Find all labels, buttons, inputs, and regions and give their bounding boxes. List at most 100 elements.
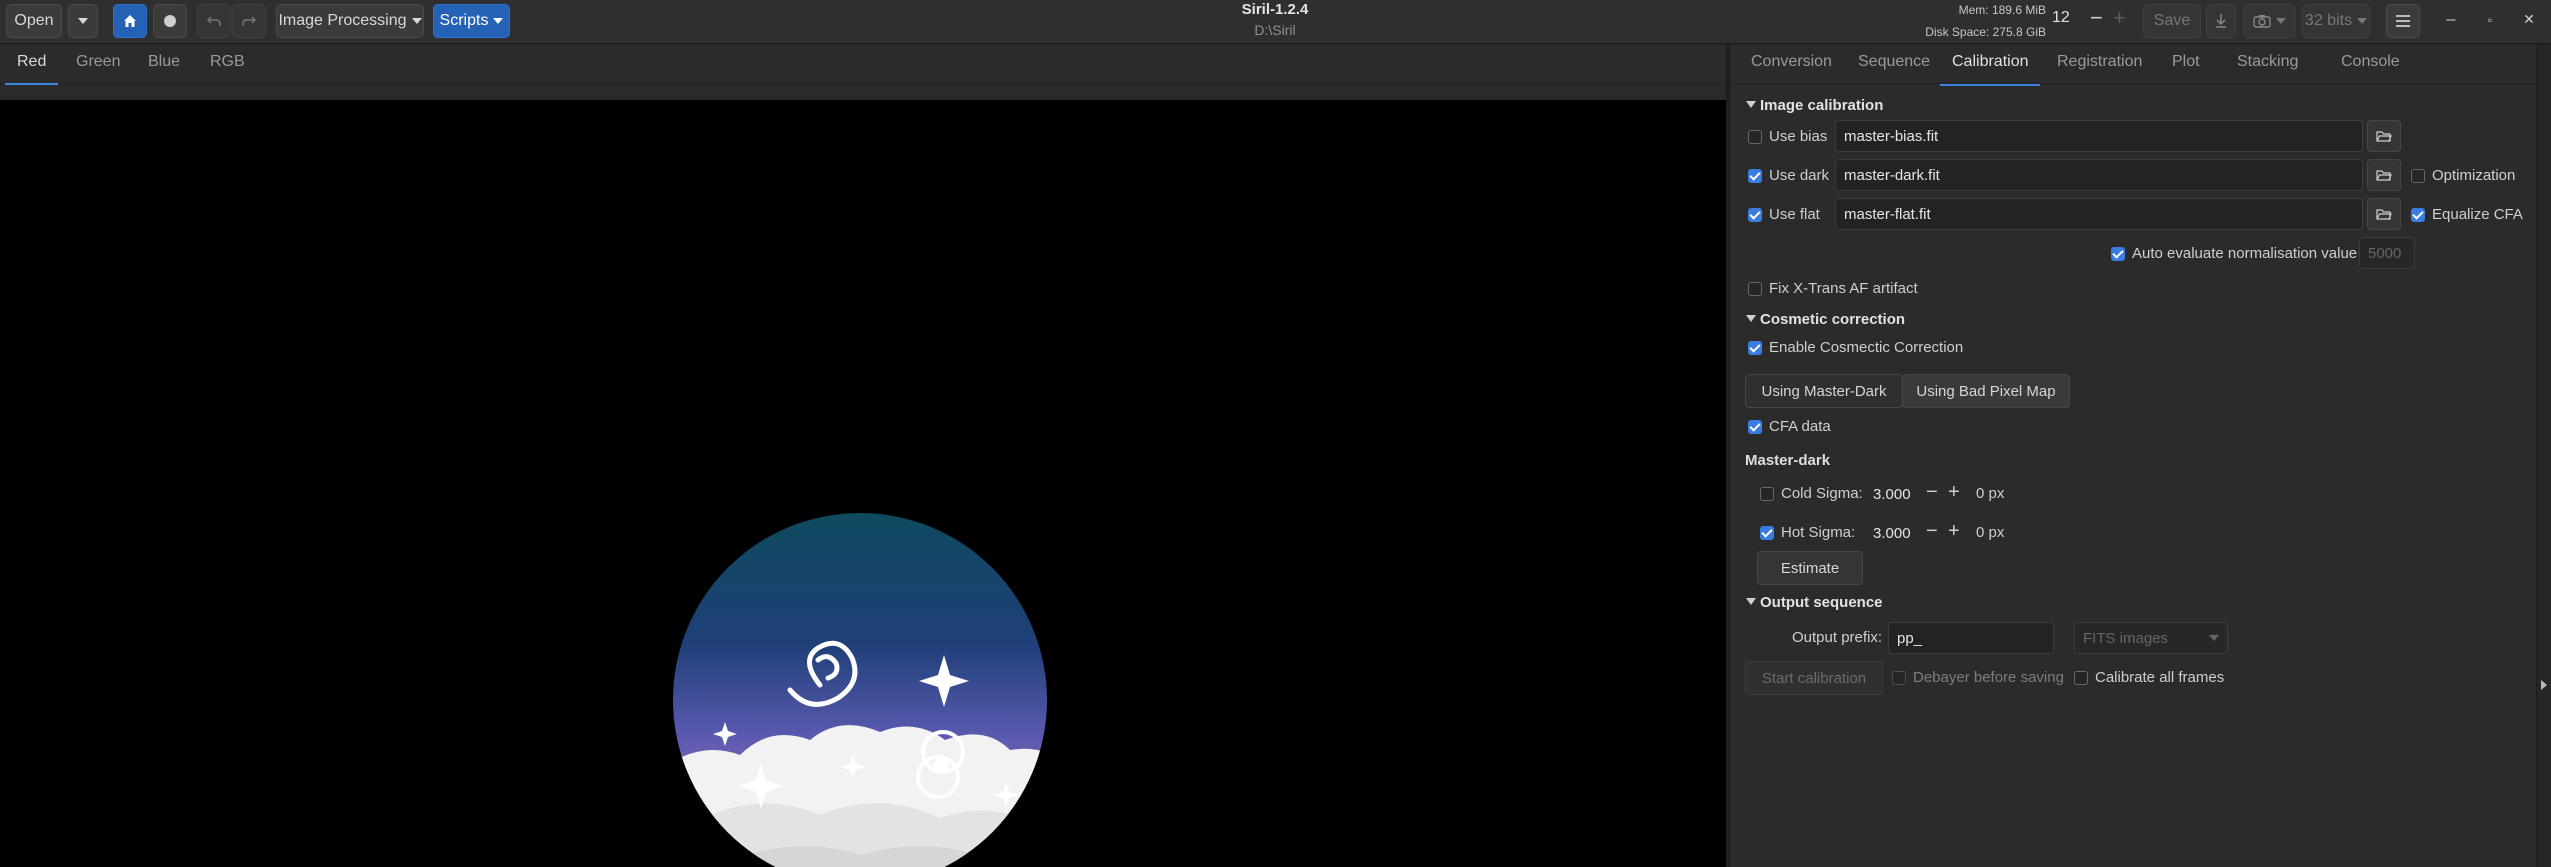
hot-sigma-decrement[interactable]: − (1926, 521, 1938, 541)
tab-registration[interactable]: Registration (2057, 53, 2142, 71)
image-canvas[interactable] (0, 100, 1726, 867)
maximize-button[interactable]: ▫ (2480, 13, 2500, 33)
output-prefix-input[interactable]: pp_ (1888, 622, 2054, 654)
close-button[interactable]: ✕ (2519, 11, 2539, 31)
chevron-down-icon (411, 18, 422, 24)
master-dark-title: Master-dark (1745, 452, 1831, 469)
enable-cosmetic-checkbox[interactable]: Enable Cosmectic Correction (1748, 339, 1963, 356)
tab-calibration[interactable]: Calibration (1939, 53, 2042, 86)
ruler-strip (0, 85, 1726, 100)
cold-sigma-decrement[interactable]: − (1926, 482, 1938, 502)
tab-rgb[interactable]: RGB (210, 53, 245, 71)
undo-icon (206, 16, 221, 26)
cosmetic-correction-header[interactable]: Cosmetic correction (1746, 311, 1905, 328)
folder-open-icon (2376, 169, 2392, 181)
tab-plot[interactable]: Plot (2172, 53, 2200, 71)
memory-usage: Mem: 189.6 MiB (1958, 3, 2046, 17)
chevron-down-icon (493, 18, 504, 24)
tab-red[interactable]: Red (4, 53, 59, 86)
tab-console[interactable]: Console (2341, 53, 2400, 71)
dark-browse-button[interactable] (2367, 159, 2401, 191)
hot-sigma-checkbox[interactable]: Hot Sigma: (1760, 524, 1855, 541)
dark-file-input[interactable]: master-dark.fit (1835, 159, 2363, 191)
section-title: Output sequence (1760, 594, 1883, 611)
image-processing-label: Image Processing (278, 12, 407, 29)
cold-sigma-increment[interactable]: + (1948, 482, 1960, 502)
checkbox-label: CFA data (1769, 418, 1831, 435)
hot-px-count: 0 px (1976, 524, 2005, 541)
bias-file-input[interactable]: master-bias.fit (1835, 120, 2363, 152)
cold-sigma-input[interactable]: 3.000 (1864, 478, 1924, 510)
equalize-cfa-checkbox[interactable]: Equalize CFA (2411, 206, 2523, 223)
expander-icon (1746, 315, 1756, 322)
livestack-button[interactable] (153, 4, 187, 38)
hamburger-menu-button[interactable] (2386, 4, 2420, 38)
folder-open-icon (2376, 130, 2392, 142)
normalisation-value-input[interactable]: 5000 (2359, 237, 2415, 269)
checkbox-label: Fix X-Trans AF artifact (1769, 280, 1918, 297)
scripts-menu[interactable]: Scripts (433, 4, 510, 38)
use-bias-checkbox[interactable]: Use bias (1748, 128, 1827, 145)
save-as-button[interactable] (2206, 4, 2236, 38)
tabs-divider (1730, 83, 2536, 84)
minimize-button[interactable]: – (2441, 11, 2461, 31)
snapshot-button[interactable] (2243, 4, 2295, 38)
flat-browse-button[interactable] (2367, 198, 2401, 230)
thread-count[interactable]: 12 (2052, 9, 2070, 27)
bias-browse-button[interactable] (2367, 120, 2401, 152)
save-button[interactable]: Save (2143, 4, 2201, 38)
optimization-checkbox[interactable]: Optimization (2411, 167, 2515, 184)
working-directory: D:\Siril (1254, 22, 1296, 38)
chevron-down-icon (2275, 18, 2286, 24)
cold-sigma-checkbox[interactable]: Cold Sigma: (1760, 485, 1863, 502)
redo-button[interactable] (232, 4, 266, 38)
tab-stacking[interactable]: Stacking (2237, 53, 2298, 71)
chevron-down-icon (78, 18, 88, 24)
checkbox-label: Enable Cosmectic Correction (1769, 339, 1964, 356)
header-bar: Open Image Processing Scripts Siril-1.2.… (0, 0, 2551, 44)
start-calibration-button[interactable]: Start calibration (1745, 661, 1883, 695)
undo-button[interactable] (197, 4, 231, 38)
fix-xtrans-checkbox[interactable]: Fix X-Trans AF artifact (1748, 280, 1918, 297)
channel-tabs: Red Green Blue RGB (0, 44, 1726, 86)
recent-dropdown-button[interactable] (68, 4, 98, 38)
mode-label: Using Master-Dark (1761, 382, 1887, 400)
bit-depth-menu[interactable]: 32 bits (2302, 4, 2370, 38)
thread-increment-button[interactable]: + (2113, 5, 2126, 31)
hot-sigma-input[interactable]: 3.000 (1864, 517, 1924, 549)
output-sequence-header[interactable]: Output sequence (1746, 594, 1883, 611)
checkbox-label: Use dark (1769, 167, 1830, 184)
checkbox-label: Use bias (1769, 128, 1828, 145)
format-label: FITS images (2083, 629, 2169, 647)
mode-master-dark-button[interactable]: Using Master-Dark (1745, 374, 1903, 408)
use-flat-checkbox[interactable]: Use flat (1748, 206, 1820, 223)
use-dark-checkbox[interactable]: Use dark (1748, 167, 1829, 184)
output-format-select[interactable]: FITS images (2074, 622, 2228, 654)
tab-blue[interactable]: Blue (148, 53, 180, 71)
thread-decrement-button[interactable]: − (2090, 5, 2103, 31)
tab-sequence[interactable]: Sequence (1858, 53, 1930, 71)
checkbox-box (2074, 670, 2088, 685)
open-label: Open (14, 12, 54, 29)
window-title: Siril-1.2.4 (1241, 1, 1309, 18)
calibrate-all-checkbox[interactable]: Calibrate all frames (2074, 669, 2224, 686)
tab-conversion[interactable]: Conversion (1751, 53, 1832, 71)
open-button[interactable]: Open (6, 4, 62, 38)
folder-open-icon (2376, 208, 2392, 220)
estimate-button[interactable]: Estimate (1757, 551, 1863, 585)
image-calibration-header[interactable]: Image calibration (1746, 97, 1883, 114)
section-title: Image calibration (1760, 97, 1884, 114)
panel-collapse-strip[interactable] (2536, 44, 2551, 867)
flat-file-input[interactable]: master-flat.fit (1835, 198, 2363, 230)
image-processing-menu[interactable]: Image Processing (276, 4, 424, 38)
debayer-checkbox[interactable]: Debayer before saving (1892, 669, 2064, 686)
home-button[interactable] (113, 4, 147, 38)
expander-icon (1746, 101, 1756, 108)
hot-sigma-increment[interactable]: + (1948, 521, 1960, 541)
cfa-data-checkbox[interactable]: CFA data (1748, 418, 1831, 435)
tab-green[interactable]: Green (76, 53, 120, 71)
checkbox-box (1748, 207, 1762, 222)
checkbox-box (2111, 246, 2125, 261)
mode-bad-pixel-map-button[interactable]: Using Bad Pixel Map (1902, 374, 2070, 408)
auto-evaluate-checkbox[interactable]: Auto evaluate normalisation value (2111, 245, 2357, 262)
